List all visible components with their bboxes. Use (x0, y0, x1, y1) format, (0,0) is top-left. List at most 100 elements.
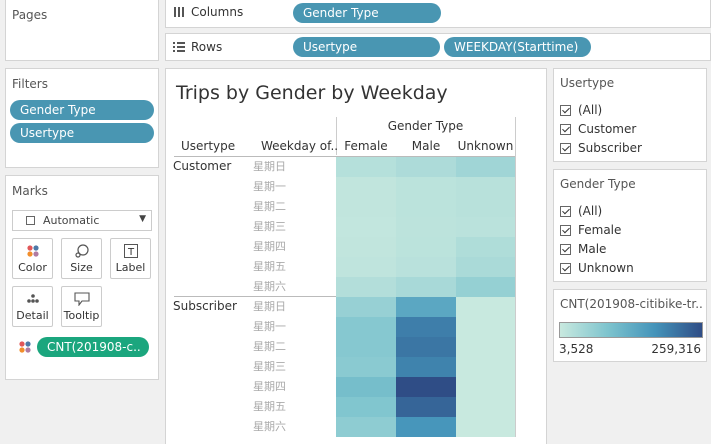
columns-pill-gender-type[interactable]: Gender Type (293, 3, 441, 23)
heatmap-cell-customer-female[interactable] (336, 277, 396, 297)
heatmap-cell-customer-female[interactable] (336, 177, 396, 197)
heatmap-cell-customer-unknown[interactable] (456, 217, 515, 237)
heatmap-cell-customer-unknown[interactable] (456, 237, 515, 257)
heatmap-cell-customer-male[interactable] (396, 237, 456, 257)
heatmap-cell-subscriber-female[interactable] (336, 377, 396, 397)
checkbox-icon (560, 262, 571, 274)
heatmap-cell-subscriber-unknown[interactable] (456, 417, 515, 437)
heatmap-cell-customer-unknown[interactable] (456, 257, 515, 277)
rows-shelf[interactable]: Rows Usertype WEEKDAY(Starttime) (165, 33, 711, 61)
option-label: Subscriber (578, 141, 642, 155)
heatmap-cell-subscriber-male[interactable] (396, 397, 456, 417)
filters-panel: Filters Gender Type Usertype (5, 68, 159, 168)
heatmap-cell-customer-male[interactable] (396, 257, 456, 277)
filter-pill-gender-type[interactable]: Gender Type (10, 100, 154, 120)
detail-label: Detail (16, 309, 49, 322)
heatmap-cell-subscriber-male[interactable] (396, 297, 456, 317)
weekday-label: 星期一 (253, 320, 286, 333)
filters-title: Filters (12, 77, 48, 91)
heatmap-cell-customer-female[interactable] (336, 217, 396, 237)
checkbox-icon (560, 205, 571, 217)
chart-title: Trips by Gender by Weekday (176, 82, 448, 104)
usertype-option-all[interactable]: (All) (560, 101, 602, 119)
heatmap-cell-subscriber-female[interactable] (336, 357, 396, 377)
label-button[interactable]: T Label (110, 238, 151, 279)
gender-option-female[interactable]: Female (560, 221, 621, 239)
detail-button[interactable]: Detail (12, 286, 53, 327)
color-button[interactable]: Color (12, 238, 53, 279)
mark-type-dropdown[interactable]: Automatic ▼ (12, 210, 152, 231)
heatmap-cell-subscriber-female[interactable] (336, 417, 396, 437)
heatmap-cell-subscriber-male[interactable] (396, 317, 456, 337)
filter-pill-usertype[interactable]: Usertype (10, 123, 154, 143)
option-label: Customer (578, 122, 637, 136)
legend-title: CNT(201908-citibike-tr... (560, 297, 704, 311)
column-header-female: Female (344, 139, 388, 153)
heatmap-cell-customer-unknown[interactable] (456, 177, 515, 197)
heatmap-cell-subscriber-unknown[interactable] (456, 377, 515, 397)
heatmap-cell-subscriber-unknown[interactable] (456, 317, 515, 337)
rows-pill-usertype[interactable]: Usertype (293, 37, 440, 57)
heatmap-cell-subscriber-unknown[interactable] (456, 357, 515, 377)
heatmap-cell-customer-male[interactable] (396, 217, 456, 237)
mark-type-label: Automatic (43, 214, 100, 227)
heatmap-cell-customer-male[interactable] (396, 157, 456, 177)
checkbox-icon (560, 104, 571, 116)
checkbox-icon (560, 224, 571, 236)
heatmap-cell-customer-unknown[interactable] (456, 197, 515, 217)
size-button[interactable]: Size (61, 238, 102, 279)
option-label: Female (578, 223, 622, 237)
mark-field-pill[interactable]: CNT(201908-c.. (37, 337, 149, 357)
heatmap-cell-subscriber-female[interactable] (336, 317, 396, 337)
group-label-customer: Customer (173, 159, 232, 173)
heatmap-cell-customer-female[interactable] (336, 257, 396, 277)
gender-option-unknown[interactable]: Unknown (560, 259, 634, 277)
heatmap-cell-subscriber-male[interactable] (396, 377, 456, 397)
heatmap-cell-customer-female[interactable] (336, 197, 396, 217)
detail-icon (13, 291, 52, 307)
weekday-label: 星期二 (253, 200, 286, 213)
heatmap-cell-customer-male[interactable] (396, 277, 456, 297)
weekday-label: 星期四 (253, 240, 286, 253)
heatmap-cell-subscriber-female[interactable] (336, 337, 396, 357)
usertype-option-subscriber[interactable]: Subscriber (560, 139, 642, 157)
usertype-filter-card: Usertype (All) Customer Subscriber (553, 68, 707, 162)
tooltip-icon (62, 291, 101, 307)
columns-shelf[interactable]: Columns Gender Type (165, 0, 711, 28)
heatmap-cell-subscriber-male[interactable] (396, 417, 456, 437)
weekday-label: 星期一 (253, 180, 286, 193)
gender-option-male[interactable]: Male (560, 240, 606, 258)
usertype-filter-title: Usertype (560, 76, 615, 90)
heatmap-cell-customer-female[interactable] (336, 237, 396, 257)
size-label: Size (70, 261, 93, 274)
gender-option-all[interactable]: (All) (560, 202, 602, 220)
heatmap-cell-subscriber-female[interactable] (336, 297, 396, 317)
label-label: Label (115, 261, 146, 274)
option-label: Male (578, 242, 607, 256)
heatmap-cell-subscriber-female[interactable] (336, 397, 396, 417)
mark-type-icon (26, 216, 35, 225)
rows-label: Rows (191, 40, 223, 54)
heatmap-cell-subscriber-unknown[interactable] (456, 337, 515, 357)
usertype-option-customer[interactable]: Customer (560, 120, 636, 138)
weekday-label: 星期六 (253, 280, 286, 293)
pages-panel: Pages (5, 0, 159, 61)
tooltip-button[interactable]: Tooltip (61, 286, 102, 327)
header-rule-right (515, 117, 516, 437)
weekday-label: 星期五 (253, 400, 286, 413)
heatmap-cell-subscriber-unknown[interactable] (456, 397, 515, 417)
heatmap-cell-customer-female[interactable] (336, 157, 396, 177)
svg-text:T: T (126, 247, 134, 258)
heatmap-cell-subscriber-male[interactable] (396, 337, 456, 357)
gender-filter-card: Gender Type (All) Female Male Unknown (553, 169, 707, 282)
heatmap-cell-customer-unknown[interactable] (456, 157, 515, 177)
heatmap-cell-customer-male[interactable] (396, 197, 456, 217)
label-icon: T (111, 243, 150, 259)
heatmap-cell-customer-male[interactable] (396, 177, 456, 197)
rows-pill-weekday[interactable]: WEEKDAY(Starttime) (444, 37, 591, 57)
heatmap-cell-subscriber-unknown[interactable] (456, 297, 515, 317)
weekday-label: 星期三 (253, 220, 286, 233)
heatmap-cell-customer-unknown[interactable] (456, 277, 515, 297)
heatmap-cell-subscriber-male[interactable] (396, 357, 456, 377)
column-header-male: Male (411, 139, 441, 153)
